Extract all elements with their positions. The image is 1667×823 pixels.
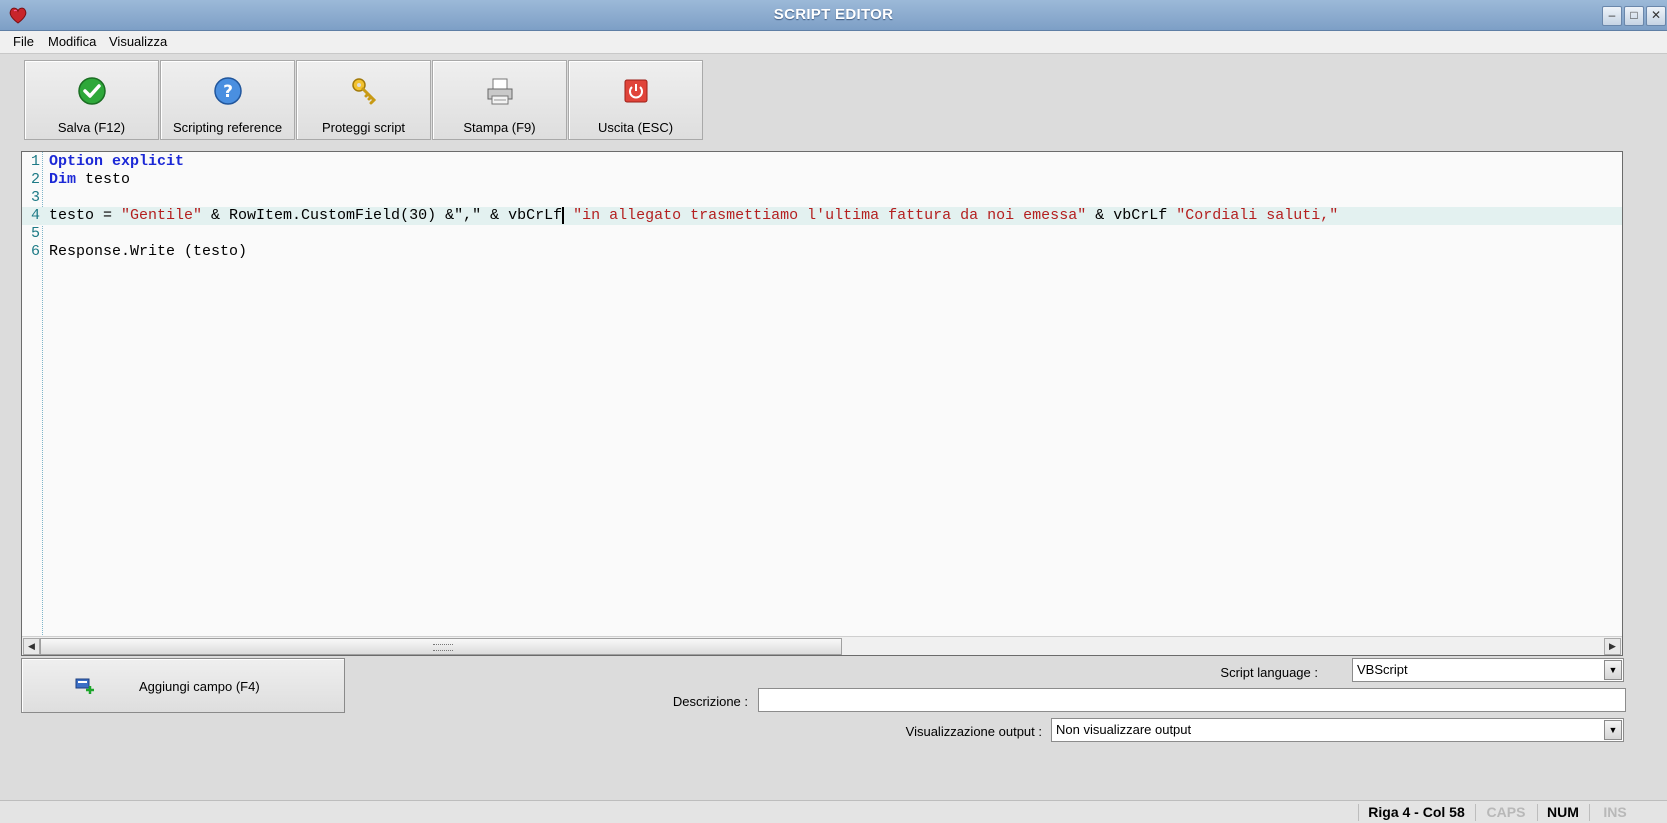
code-line[interactable]: 6 Response.Write (testo) — [22, 243, 1622, 261]
keyword-token: Dim — [49, 171, 77, 188]
print-label: Stampa (F9) — [463, 120, 536, 135]
code-token: testo — [76, 171, 131, 188]
chevron-down-icon[interactable]: ▼ — [1604, 720, 1622, 740]
code-line[interactable]: 4 testo = "Gentile" & RowItem.CustomField… — [22, 207, 1622, 225]
string-token: "Cordiali saluti," — [1176, 207, 1339, 224]
string-token: "Gentile" — [121, 207, 203, 224]
code-text: Option explicit — [49, 153, 184, 171]
save-button[interactable]: Salva (F12) — [24, 60, 159, 140]
scroll-left-icon[interactable]: ◀ — [23, 638, 40, 655]
code-line[interactable]: 2 Dim testo — [22, 171, 1622, 189]
code-line[interactable]: 1 Option explicit — [22, 153, 1622, 171]
line-number: 2 — [30, 171, 40, 188]
key-icon — [351, 78, 376, 105]
output-select[interactable]: Non visualizzare output ▼ — [1051, 718, 1624, 742]
chevron-down-icon[interactable]: ▼ — [1604, 660, 1622, 680]
ins-indicator: INS — [1589, 804, 1640, 821]
line-number: 4 — [30, 207, 40, 224]
menu-file[interactable]: File — [13, 34, 34, 49]
menu-bar: File Modifica Visualizza — [0, 31, 1667, 54]
description-label: Descrizione : — [672, 694, 748, 709]
close-button[interactable]: ✕ — [1646, 6, 1666, 26]
help-icon: ? — [213, 77, 242, 105]
code-text: Response.Write (testo) — [49, 243, 247, 261]
print-button[interactable]: Stampa (F9) — [432, 60, 567, 140]
maximize-button[interactable]: □ — [1624, 6, 1644, 26]
power-icon — [624, 79, 647, 103]
exit-button[interactable]: Uscita (ESC) — [568, 60, 703, 140]
code-token: Response.Write (testo) — [49, 243, 248, 260]
scripting-reference-button[interactable]: ? Scripting reference — [160, 60, 295, 140]
code-token: & RowItem.CustomField(30) &"," & vbCrLf — [202, 207, 563, 224]
script-language-value: VBScript — [1357, 662, 1408, 677]
add-field-icon — [75, 678, 94, 694]
scripting-reference-label: Scripting reference — [172, 120, 283, 135]
line-number: 5 — [30, 225, 40, 242]
output-value: Non visualizzare output — [1056, 722, 1192, 737]
printer-icon — [487, 78, 512, 105]
code-line[interactable]: 5 — [22, 225, 1622, 243]
save-label: Salva (F12) — [57, 120, 126, 135]
scrollbar-thumb[interactable] — [40, 638, 842, 655]
minimize-button[interactable]: – — [1602, 6, 1622, 26]
code-line[interactable]: 3 — [22, 189, 1622, 207]
exit-label: Uscita (ESC) — [597, 120, 674, 135]
status-bar: Riga 4 - Col 58 CAPS NUM INS — [0, 800, 1667, 823]
code-text: testo = "Gentile" & RowItem.CustomField(… — [49, 207, 1338, 225]
code-text: Dim testo — [49, 171, 130, 189]
script-language-label: Script language : — [1220, 665, 1318, 680]
description-field[interactable] — [758, 688, 1626, 712]
line-number: 1 — [30, 153, 40, 170]
scroll-right-icon[interactable]: ▶ — [1604, 638, 1621, 655]
grip-icon — [433, 644, 453, 651]
code-token: & vbCrLf — [1086, 207, 1177, 224]
code-editor[interactable]: 1 Option explicit 2 Dim testo 3 4 testo = "Gen… — [21, 151, 1623, 656]
menu-modifica[interactable]: Modifica — [48, 34, 96, 49]
add-field-button[interactable]: Aggiungi campo (F4) — [21, 658, 345, 713]
code-token: testo = — [49, 207, 122, 224]
caps-indicator: CAPS — [1475, 804, 1536, 821]
keyword-token: Option explicit — [49, 153, 185, 170]
window-title: SCRIPT EDITOR — [773, 6, 894, 23]
line-number: 3 — [30, 189, 40, 206]
script-language-select[interactable]: VBScript ▼ — [1352, 658, 1624, 682]
protect-script-button[interactable]: Proteggi script — [296, 60, 431, 140]
protect-script-label: Proteggi script — [321, 120, 406, 135]
horizontal-scrollbar[interactable]: ◀ ▶ — [22, 636, 1622, 655]
num-indicator: NUM — [1537, 804, 1588, 821]
svg-text:?: ? — [223, 82, 233, 102]
title-bar: SCRIPT EDITOR – □ ✕ — [0, 0, 1667, 31]
cursor-position: Riga 4 - Col 58 — [1358, 804, 1474, 821]
line-number: 6 — [30, 243, 40, 260]
checkmark-icon — [77, 77, 106, 105]
menu-visualizza[interactable]: Visualizza — [109, 34, 167, 49]
output-label: Visualizzazione output : — [905, 724, 1042, 739]
add-field-label: Aggiungi campo (F4) — [139, 679, 260, 694]
string-token: "in allegato trasmettiamo l'ultima fattu… — [573, 207, 1087, 224]
